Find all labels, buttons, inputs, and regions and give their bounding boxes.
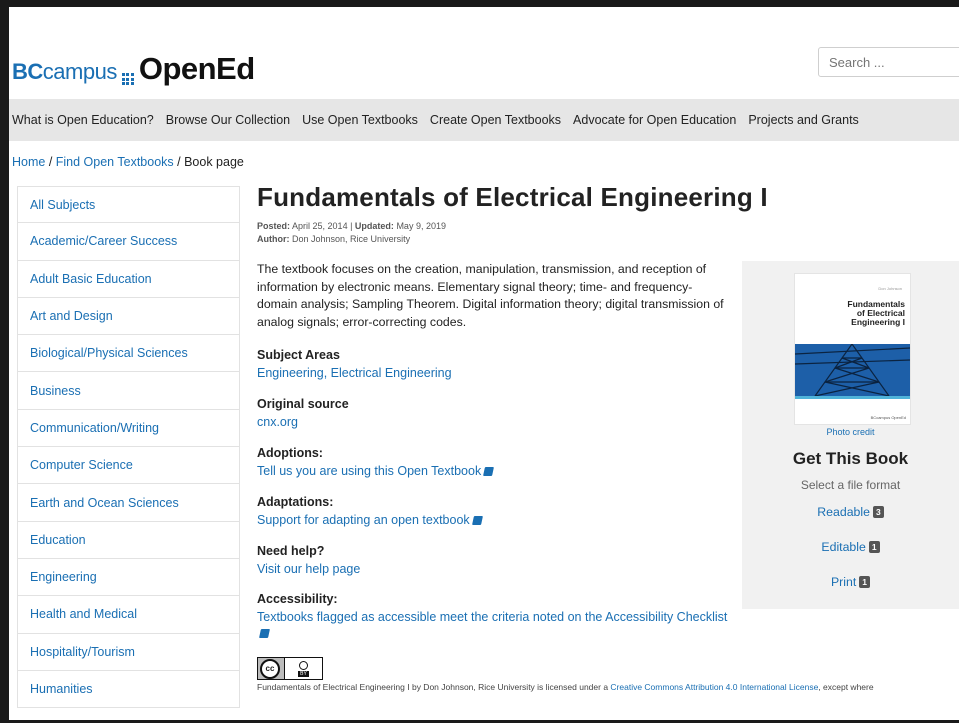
subject-areas-link[interactable]: Engineering, Electrical Engineering	[257, 366, 452, 380]
license-text: Fundamentals of Electrical Engineering I…	[257, 682, 874, 692]
sidebar-item-hospitality-tourism[interactable]: Hospitality/Tourism	[17, 633, 240, 671]
get-book-panel: Don Johnson Fundamentals of Electrical E…	[742, 261, 959, 609]
breadcrumb-separator: /	[45, 155, 56, 169]
nav-item-use-open-textbooks[interactable]: Use Open Textbooks	[302, 113, 418, 127]
cover-accent-bar	[795, 396, 910, 399]
format-editable-label: Editable	[821, 540, 866, 554]
need-help-heading: Need help?	[257, 544, 325, 558]
cover-author: Don Johnson	[878, 286, 902, 291]
breadcrumb-home[interactable]: Home	[12, 155, 45, 169]
by-icon: BY	[284, 658, 322, 679]
license-link[interactable]: Creative Commons Attribution 4.0 Interna…	[610, 682, 818, 692]
page-title: Fundamentals of Electrical Engineering I	[257, 182, 768, 212]
power-tower-icon	[795, 344, 910, 396]
format-readable-button[interactable]: Readable 3	[742, 505, 959, 519]
book-meta: Posted: April 25, 2014 | Updated: May 9,…	[257, 220, 446, 246]
browser-frame: BCcampus OpenEd What is Open Education? …	[0, 0, 959, 723]
adoptions-heading: Adoptions:	[257, 446, 323, 460]
photo-credit-link[interactable]: Photo credit	[742, 427, 959, 437]
cc-icon: cc	[260, 658, 280, 679]
book-icon	[471, 516, 483, 526]
logo-bc-text: BC	[12, 59, 43, 84]
cover-footer: BCcampus OpenEd	[870, 415, 906, 420]
posted-date: April 25, 2014	[292, 221, 348, 231]
original-source-heading: Original source	[257, 397, 349, 411]
adaptations-heading: Adaptations:	[257, 495, 334, 509]
book-icon	[259, 629, 270, 638]
cover-title: Fundamentals of Electrical Engineering I	[847, 299, 905, 327]
nav-item-what-is-open-education[interactable]: What is Open Education?	[12, 113, 154, 127]
logo-opened-text: OpenEd	[138, 51, 255, 86]
subject-sidebar: All Subjects Academic/Career Success Adu…	[17, 186, 240, 709]
nav-item-advocate[interactable]: Advocate for Open Education	[573, 113, 736, 127]
format-print-label: Print	[830, 575, 857, 589]
breadcrumb-find-open-textbooks[interactable]: Find Open Textbooks	[56, 155, 174, 169]
sidebar-item-education[interactable]: Education	[17, 521, 240, 559]
adoptions-row: Tell us you are using this Open Textbook	[257, 464, 495, 478]
format-print-button[interactable]: Print 1	[742, 575, 959, 589]
select-format-label: Select a file format	[800, 478, 901, 492]
get-book-heading: Get This Book	[792, 449, 909, 468]
author-label: Author:	[257, 234, 290, 244]
adaptations-row: Support for adapting an open textbook	[257, 513, 483, 527]
format-print-count: 1	[859, 576, 871, 588]
original-source-link[interactable]: cnx.org	[257, 415, 298, 429]
sidebar-item-art-design[interactable]: Art and Design	[17, 297, 240, 336]
posted-label: Posted:	[257, 221, 291, 231]
book-description: The textbook focuses on the creation, ma…	[257, 262, 724, 329]
adoptions-link[interactable]: Tell us you are using this Open Textbook	[257, 464, 481, 478]
sidebar-item-academic-career[interactable]: Academic/Career Success	[17, 223, 240, 261]
format-editable-count: 1	[868, 541, 880, 553]
person-icon	[299, 660, 308, 670]
accessibility-link[interactable]: Textbooks flagged as accessible meet the…	[257, 610, 727, 624]
sidebar-item-engineering[interactable]: Engineering	[17, 558, 240, 597]
sidebar-item-earth-ocean-sciences[interactable]: Earth and Ocean Sciences	[17, 484, 240, 522]
updated-label: Updated:	[354, 221, 394, 231]
by-label: BY	[298, 670, 309, 677]
breadcrumb: Home / Find Open Textbooks / Book page	[12, 155, 244, 169]
nav-item-projects-grants[interactable]: Projects and Grants	[748, 113, 858, 127]
accessibility-heading: Accessibility:	[257, 592, 338, 606]
format-readable-label: Readable	[817, 505, 870, 519]
cover-photo	[795, 344, 910, 396]
updated-date: May 9, 2019	[396, 221, 446, 231]
nav-item-create-open-textbooks[interactable]: Create Open Textbooks	[430, 113, 561, 127]
sidebar-item-humanities[interactable]: Humanities	[17, 670, 240, 709]
author-name: Don Johnson, Rice University	[292, 234, 411, 244]
sidebar-item-business[interactable]: Business	[17, 372, 240, 410]
sidebar-item-communication-writing[interactable]: Communication/Writing	[17, 409, 240, 448]
help-page-link[interactable]: Visit our help page	[257, 562, 360, 576]
license-text-after: , except where	[818, 682, 874, 692]
sidebar-item-adult-basic-education[interactable]: Adult Basic Education	[17, 260, 240, 298]
cc-license-badge[interactable]: cc BY	[257, 657, 323, 680]
search-input[interactable]	[818, 47, 959, 77]
book-icon	[483, 467, 495, 477]
logo-dots-icon	[121, 73, 134, 85]
book-cover[interactable]: Don Johnson Fundamentals of Electrical E…	[794, 273, 911, 425]
sidebar-item-all-subjects[interactable]: All Subjects	[17, 186, 240, 224]
main-nav: What is Open Education? Browse Our Colle…	[9, 99, 959, 141]
adaptations-link[interactable]: Support for adapting an open textbook	[257, 513, 470, 527]
sidebar-item-computer-science[interactable]: Computer Science	[17, 447, 240, 485]
format-editable-button[interactable]: Editable 1	[742, 540, 959, 554]
nav-item-browse-collection[interactable]: Browse Our Collection	[166, 113, 290, 127]
page: BCcampus OpenEd What is Open Education? …	[9, 7, 959, 720]
license-text-before: Fundamentals of Electrical Engineering I…	[257, 682, 611, 692]
logo-campus-text: campus	[42, 59, 118, 84]
format-readable-count: 3	[872, 506, 884, 518]
sidebar-item-bio-physical-sciences[interactable]: Biological/Physical Sciences	[17, 335, 240, 373]
breadcrumb-current: Book page	[184, 155, 244, 169]
breadcrumb-separator: /	[173, 155, 185, 169]
site-logo[interactable]: BC campus OpenEd	[12, 51, 255, 88]
sidebar-item-health-medical[interactable]: Health and Medical	[17, 596, 240, 634]
subject-areas-heading: Subject Areas	[257, 348, 340, 362]
meta-separator: |	[347, 221, 355, 231]
